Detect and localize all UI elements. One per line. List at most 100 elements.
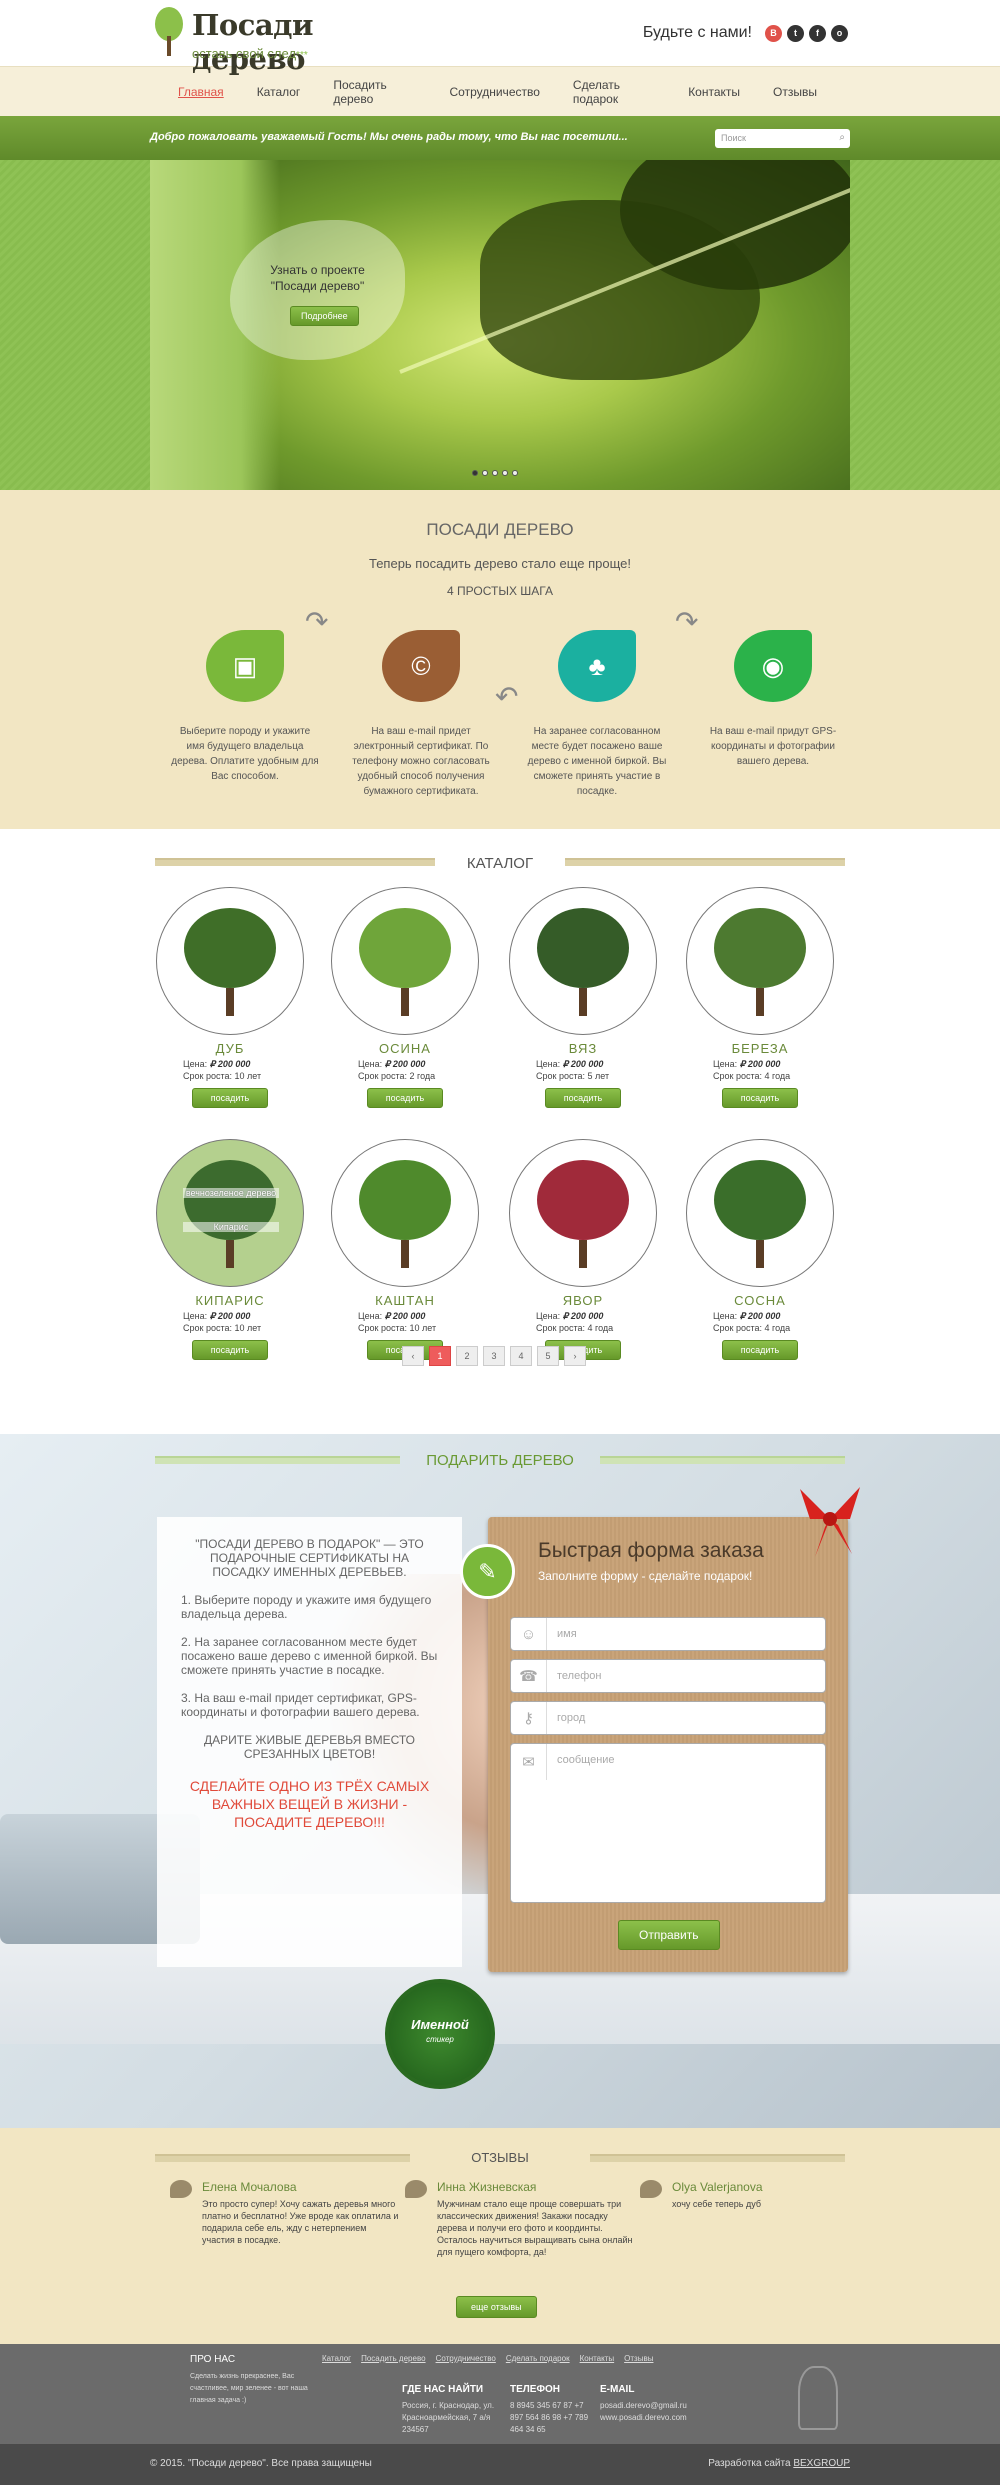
tree-overlay-label: вечнозеленое дерево — [183, 1188, 279, 1198]
logo-title: Посади дерево — [192, 8, 314, 76]
pager-prev[interactable]: ‹ — [402, 1346, 424, 1366]
footer-links: Каталог Посадить дерево Сотрудничество С… — [322, 2354, 653, 2363]
welcome-text: Добро пожаловать уважаемый Гость! Мы оче… — [150, 131, 628, 143]
phone-icon: ☎ — [511, 1660, 547, 1692]
logo[interactable]: Посади дерево оставь свой след*** — [154, 6, 404, 76]
tree-image[interactable] — [686, 1139, 834, 1287]
tree-name: СОСНА — [734, 1293, 786, 1308]
twitter-icon[interactable]: t — [787, 24, 804, 42]
submit-button[interactable]: Отправить — [618, 1920, 720, 1950]
nav-item-cooperation[interactable]: Сотрудничество — [450, 85, 540, 99]
slider-dot[interactable] — [512, 470, 518, 476]
slider-dot[interactable] — [502, 470, 508, 476]
steps-count: 4 ПРОСТЫХ ШАГА — [447, 584, 553, 598]
nav-item-plant[interactable]: Посадить дерево — [333, 78, 416, 106]
slider-dot[interactable] — [482, 470, 488, 476]
divider — [590, 2154, 845, 2162]
tree-info: Цена: ₽ 200 000 Срок роста: 4 года — [713, 1311, 791, 1333]
tree-crown — [359, 908, 451, 988]
certificate-icon: © — [382, 630, 460, 702]
nav-item-catalog[interactable]: Каталог — [257, 85, 301, 99]
footer: ПРО НАС Сделать жизнь прекраснее, Вас сча… — [0, 2344, 1000, 2444]
developer-credit: Разработка сайта BEXGROUP — [708, 2458, 850, 2469]
step-3: ♣ На заранее согласованном месте будет по… — [522, 630, 672, 799]
plant-button[interactable]: посадить — [191, 1340, 269, 1360]
nav-item-contacts[interactable]: Контакты — [688, 85, 740, 99]
tree-image[interactable] — [686, 887, 834, 1035]
slider-dot[interactable] — [492, 470, 498, 476]
pager-page[interactable]: 1 — [429, 1346, 451, 1366]
odnoklassniki-icon[interactable]: о — [831, 24, 848, 42]
plant-button[interactable]: посадить — [366, 1088, 444, 1108]
phone-block: ТЕЛЕФОН 8 8945 345 67 87 +7 897 564 86 98… — [510, 2384, 589, 2434]
review-item: Инна Жизневская Мужчинам стало еще проще … — [405, 2180, 635, 2258]
search-input[interactable]: Поиск ⌕ — [715, 129, 850, 148]
facebook-icon[interactable]: f — [809, 24, 826, 42]
tree-crown — [714, 908, 806, 988]
city-field[interactable]: ⚷ город — [510, 1701, 826, 1735]
pager-page[interactable]: 5 — [537, 1346, 559, 1366]
vk-icon[interactable]: В — [765, 24, 782, 42]
slider-section: Узнать о проекте "Посади дерево" Подробне… — [0, 160, 1000, 490]
footer-link[interactable]: Сделать подарок — [506, 2354, 570, 2363]
quote-icon — [170, 2180, 192, 2198]
mail-icon: ✉ — [511, 1744, 547, 1780]
footer-link[interactable]: Отзывы — [624, 2354, 653, 2363]
name-field[interactable]: ☺ имя — [510, 1617, 826, 1651]
plant-button[interactable]: посадить — [721, 1088, 799, 1108]
step-text: На ваш e-mail придет электронный сертифи… — [352, 726, 490, 797]
slider-dot[interactable] — [472, 470, 478, 476]
developer-link[interactable]: BEXGROUP — [793, 2458, 850, 2469]
gift-step-1: 1. Выберите породу и укажите имя будущег… — [181, 1593, 432, 1621]
phone-field[interactable]: ☎ телефон — [510, 1659, 826, 1693]
tree-image[interactable]: вечнозеленое дерево Кипарис — [156, 1139, 304, 1287]
tree-info: Цена: ₽ 200 000 Срок роста: 4 года — [536, 1311, 614, 1333]
camera-icon: ◉ — [734, 630, 812, 702]
tree-crown — [714, 1160, 806, 1240]
tree-name: КАШТАН — [375, 1293, 435, 1308]
gift-call: СДЕЛАЙТЕ ОДНО ИЗ ТРЁХ САМЫХ ВАЖНЫХ ВЕЩЕЙ… — [189, 1778, 430, 1830]
social-links: Будьте с нами! В t f о — [643, 24, 848, 42]
ribbon-bow-icon — [800, 1487, 860, 1557]
pager-page[interactable]: 4 — [510, 1346, 532, 1366]
catalog-item: ВЯЗ Цена: ₽ 200 000 Срок роста: 5 лет посад… — [508, 887, 658, 1108]
step-1: ▣ Выберите породу и укажите имя будущего … — [170, 630, 320, 784]
review-item: Olya Valerjanova хочу себе теперь дуб — [640, 2180, 870, 2210]
tree-info: Цена: ₽ 200 000 Срок роста: 10 лет — [183, 1311, 262, 1333]
footer-link[interactable]: Каталог — [322, 2354, 351, 2363]
gift-info: "ПОСАДИ ДЕРЕВО В ПОДАРОК" — ЭТО ПОДАРОЧН… — [157, 1517, 462, 1967]
message-field[interactable]: ✉ сообщение — [510, 1743, 826, 1903]
nav-item-gift[interactable]: Сделать подарок — [573, 78, 655, 106]
copyright: © 2015. "Посади дерево". Все права защищ… — [150, 2458, 372, 2469]
tree-name: ЯВОР — [562, 1293, 604, 1308]
tree-crown — [537, 1160, 629, 1240]
pager-next[interactable]: › — [564, 1346, 586, 1366]
catalog-item: ДУБ Цена: ₽ 200 000 Срок роста: 10 лет поса… — [155, 887, 305, 1108]
search-icon[interactable]: ⌕ — [839, 132, 845, 143]
tree-image[interactable] — [331, 887, 479, 1035]
tree-image[interactable] — [509, 887, 657, 1035]
quote-icon — [405, 2180, 427, 2198]
catalog-item: СОСНА Цена: ₽ 200 000 Срок роста: 4 года по… — [685, 1139, 835, 1360]
nav-item-home[interactable]: Главная — [178, 85, 224, 99]
about-block: ПРО НАС Сделать жизнь прекраснее, Вас сча… — [190, 2354, 308, 2404]
tree-image[interactable] — [156, 887, 304, 1035]
plant-button[interactable]: посадить — [191, 1088, 269, 1108]
email-block: E-MAIL posadi.derevo@gmail.ru www.posadi.… — [600, 2384, 687, 2422]
tree-name: ДУБ — [215, 1041, 245, 1056]
footer-link[interactable]: Сотрудничество — [436, 2354, 496, 2363]
footer-link[interactable]: Контакты — [580, 2354, 615, 2363]
tree-image[interactable] — [331, 1139, 479, 1287]
tree-image[interactable] — [509, 1139, 657, 1287]
more-reviews-button[interactable]: еще отзывы — [456, 2296, 537, 2318]
plant-button[interactable]: посадить — [544, 1088, 622, 1108]
pager-page[interactable]: 3 — [483, 1346, 505, 1366]
nav-item-reviews[interactable]: Отзывы — [773, 85, 817, 99]
tree-name: КИПАРИС — [195, 1293, 265, 1308]
social-label: Будьте с нами! — [642, 24, 752, 41]
pager-page[interactable]: 2 — [456, 1346, 478, 1366]
footer-link[interactable]: Посадить дерево — [361, 2354, 425, 2363]
gift-section: ПОДАРИТЬ ДЕРЕВО "ПОСАДИ ДЕРЕВО В ПОДАРОК… — [0, 1434, 1000, 2128]
more-button[interactable]: Подробнее — [290, 306, 359, 326]
plant-button[interactable]: посадить — [721, 1340, 799, 1360]
